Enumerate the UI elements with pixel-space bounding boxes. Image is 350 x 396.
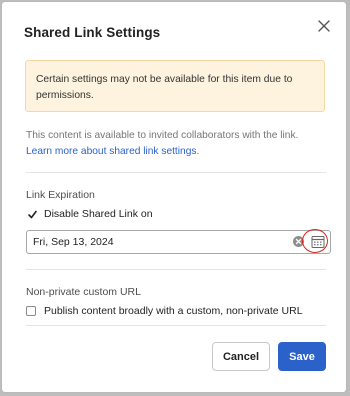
- clear-date-button[interactable]: [293, 236, 304, 247]
- publish-url-checkbox[interactable]: [26, 306, 36, 316]
- notice-text: Certain settings may not be available fo…: [36, 74, 293, 101]
- expiration-date-input[interactable]: Fri, Sep 13, 2024: [26, 230, 331, 254]
- close-icon: [318, 20, 330, 32]
- publish-url-row: Publish content broadly with a custom, n…: [26, 305, 303, 317]
- info-text: This content is available to invited col…: [26, 130, 299, 141]
- divider: [26, 325, 326, 326]
- calendar-button[interactable]: [306, 231, 330, 253]
- checkmark-icon: [28, 210, 37, 219]
- divider: [26, 172, 326, 173]
- disable-link-checkbox[interactable]: [26, 209, 37, 219]
- permissions-notice: Certain settings may not be available fo…: [25, 60, 325, 112]
- publish-url-label: Publish content broadly with a custom, n…: [44, 305, 303, 317]
- cancel-button[interactable]: Cancel: [212, 342, 270, 371]
- expiration-date-value: Fri, Sep 13, 2024: [33, 236, 114, 248]
- dialog-title: Shared Link Settings: [24, 25, 161, 40]
- disable-link-row: Disable Shared Link on: [26, 208, 153, 220]
- clear-icon: [295, 238, 302, 245]
- info-block: This content is available to invited col…: [26, 128, 326, 160]
- save-button[interactable]: Save: [278, 342, 326, 371]
- shared-link-settings-dialog: Shared Link Settings Certain settings ma…: [1, 1, 347, 393]
- disable-link-label: Disable Shared Link on: [44, 208, 153, 220]
- divider: [26, 269, 326, 270]
- learn-more-link[interactable]: Learn more about shared link settings.: [26, 144, 326, 160]
- custom-url-label: Non-private custom URL: [26, 286, 141, 298]
- link-expiration-label: Link Expiration: [26, 189, 95, 201]
- calendar-icon: [311, 236, 325, 248]
- close-button[interactable]: [316, 18, 332, 34]
